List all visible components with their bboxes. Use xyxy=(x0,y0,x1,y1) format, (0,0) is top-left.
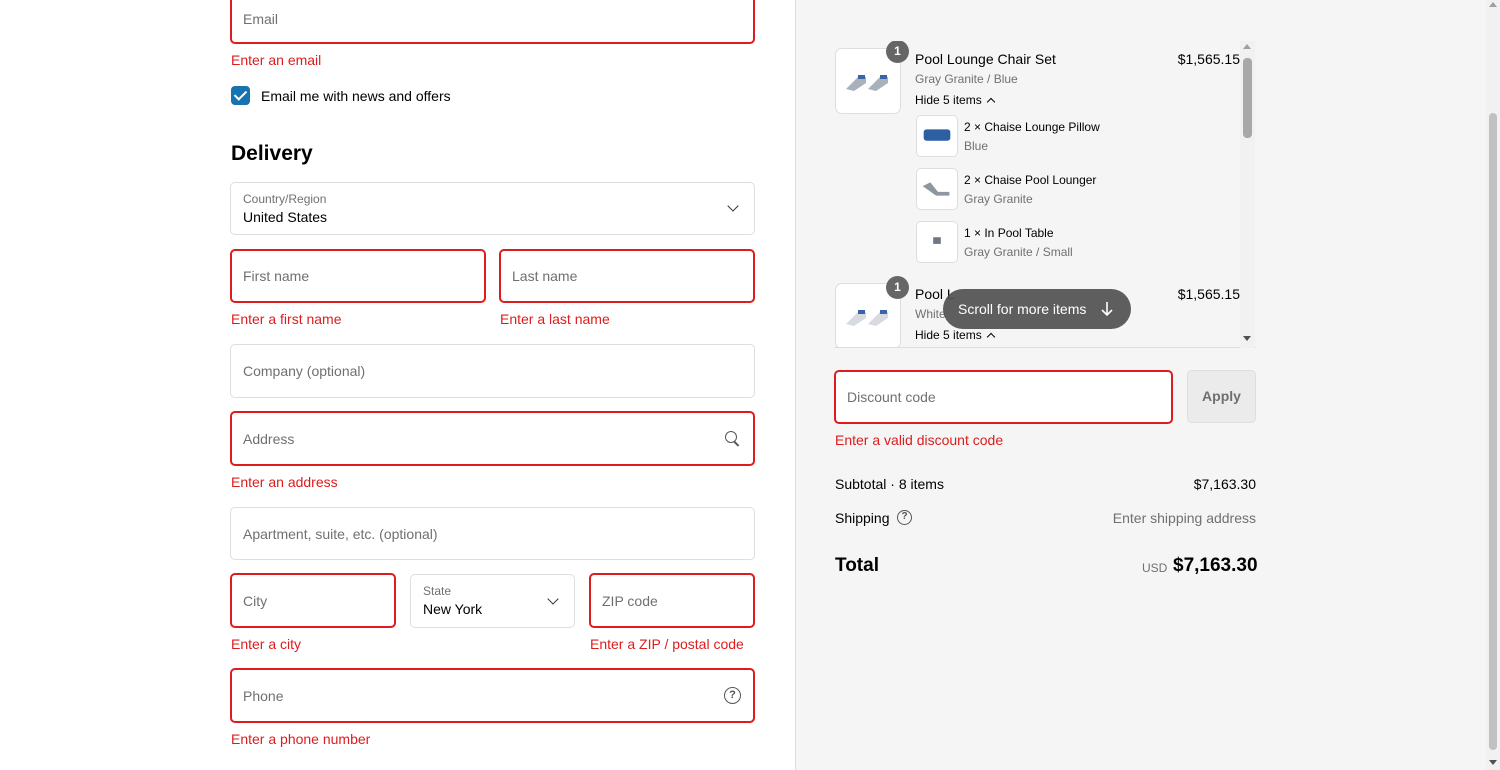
last-name-field[interactable]: Last name xyxy=(499,249,755,303)
email-field[interactable]: Email xyxy=(230,0,755,44)
item-price: $1,565.15 xyxy=(1177,286,1240,302)
city-placeholder: City xyxy=(243,592,268,609)
component-variant: Blue xyxy=(964,139,989,153)
delivery-heading: Delivery xyxy=(231,142,313,165)
shipping-label: Shipping xyxy=(835,510,890,526)
quantity-badge: 1 xyxy=(886,276,909,299)
checkout-form: Email Enter an email Email me with news … xyxy=(0,0,795,770)
address-field[interactable]: Address xyxy=(230,411,755,466)
subtotal-value: $7,163.30 xyxy=(1193,476,1256,492)
chevron-down-icon xyxy=(547,593,559,605)
last-name-error: Enter a last name xyxy=(500,311,610,327)
total-value: $7,163.30 xyxy=(1173,555,1258,576)
lounge-chair-image xyxy=(846,310,888,326)
phone-field[interactable]: Phone ? xyxy=(230,668,755,723)
discount-error: Enter a valid discount code xyxy=(835,432,1004,448)
country-label: Country/Region xyxy=(243,192,327,206)
address-placeholder: Address xyxy=(243,430,295,447)
component-image xyxy=(916,115,958,157)
page-scrollbar[interactable] xyxy=(1486,0,1500,770)
component-variant: Gray Granite xyxy=(964,192,1033,206)
shipping-help-icon[interactable]: ? xyxy=(897,510,912,525)
component-title: 2 × Chaise Pool Lounger xyxy=(964,173,1097,187)
apply-discount-button[interactable]: Apply xyxy=(1187,370,1256,423)
apartment-field[interactable]: Apartment, suite, etc. (optional) xyxy=(230,507,755,560)
hide-items-toggle[interactable]: Hide 5 items xyxy=(915,93,995,107)
zip-error: Enter a ZIP / postal code xyxy=(590,636,744,652)
arrow-down-icon xyxy=(1101,302,1113,317)
shipping-value: Enter shipping address xyxy=(1112,510,1256,526)
phone-placeholder: Phone xyxy=(243,687,284,704)
news-checkbox[interactable] xyxy=(231,86,250,105)
chevron-up-icon xyxy=(986,97,995,107)
chevron-down-icon xyxy=(727,200,739,212)
pool-table-image xyxy=(933,237,941,244)
item-title: Pool Lounge Chair Set xyxy=(915,51,1056,67)
company-placeholder: Company (optional) xyxy=(243,363,366,379)
hide-items-label: Hide 5 items xyxy=(915,328,982,342)
lounge-chair-image xyxy=(846,75,888,91)
news-checkbox-label[interactable]: Email me with news and offers xyxy=(261,88,451,104)
scroll-down-arrow-icon[interactable] xyxy=(1489,760,1497,765)
city-error: Enter a city xyxy=(231,636,302,652)
currency-code: USD xyxy=(1142,561,1168,575)
phone-error: Enter a phone number xyxy=(231,731,371,747)
discount-code-field[interactable]: Discount code xyxy=(834,370,1173,424)
discount-placeholder: Discount code xyxy=(847,389,936,405)
email-error: Enter an email xyxy=(231,52,322,68)
state-value: New York xyxy=(423,601,483,617)
quantity-badge: 1 xyxy=(886,41,909,63)
help-icon[interactable]: ? xyxy=(724,687,741,704)
zip-field[interactable]: ZIP code xyxy=(589,573,755,628)
hide-items-label: Hide 5 items xyxy=(915,93,982,107)
subtotal-label: Subtotal · 8 items xyxy=(835,476,944,492)
last-name-placeholder: Last name xyxy=(512,268,578,284)
component-image xyxy=(916,168,958,210)
component-variant: Gray Granite / Small xyxy=(964,245,1073,259)
state-label: State xyxy=(423,584,452,598)
hide-items-toggle[interactable]: Hide 5 items xyxy=(915,328,995,342)
scroll-hint-label: Scroll for more items xyxy=(958,301,1087,317)
cart-scrollbar[interactable] xyxy=(1240,41,1255,348)
first-name-error: Enter a first name xyxy=(231,311,342,327)
apartment-placeholder: Apartment, suite, etc. (optional) xyxy=(243,525,438,542)
pillow-image xyxy=(923,129,951,141)
scroll-for-more-button[interactable]: Scroll for more items xyxy=(943,289,1131,329)
search-icon[interactable] xyxy=(725,431,741,447)
scrollbar-thumb[interactable] xyxy=(1243,58,1252,138)
component-title: 1 × In Pool Table xyxy=(964,226,1054,240)
country-value: United States xyxy=(243,209,328,225)
city-field[interactable]: City xyxy=(230,573,396,628)
scroll-up-arrow-icon[interactable] xyxy=(1489,2,1497,7)
scroll-down-arrow-icon[interactable] xyxy=(1243,336,1251,341)
item-variant: White xyxy=(915,307,946,321)
address-error: Enter an address xyxy=(231,474,338,490)
scrollbar-thumb[interactable] xyxy=(1489,113,1497,750)
chevron-up-icon xyxy=(986,332,995,342)
item-variant: Gray Granite / Blue xyxy=(915,72,1018,86)
component-title: 2 × Chaise Lounge Pillow xyxy=(964,120,1100,134)
state-select[interactable]: State New York xyxy=(410,574,575,628)
email-placeholder: Email xyxy=(243,11,279,27)
zip-placeholder: ZIP code xyxy=(602,592,658,609)
component-image xyxy=(916,221,958,263)
company-field[interactable]: Company (optional) xyxy=(230,344,755,398)
item-price: $1,565.15 xyxy=(1177,51,1240,67)
lounger-image xyxy=(922,182,950,196)
total-label: Total xyxy=(835,555,879,576)
scroll-up-arrow-icon[interactable] xyxy=(1243,44,1251,49)
first-name-field[interactable]: First name xyxy=(230,249,486,303)
country-select[interactable]: Country/Region United States xyxy=(230,182,755,235)
first-name-placeholder: First name xyxy=(243,268,310,284)
